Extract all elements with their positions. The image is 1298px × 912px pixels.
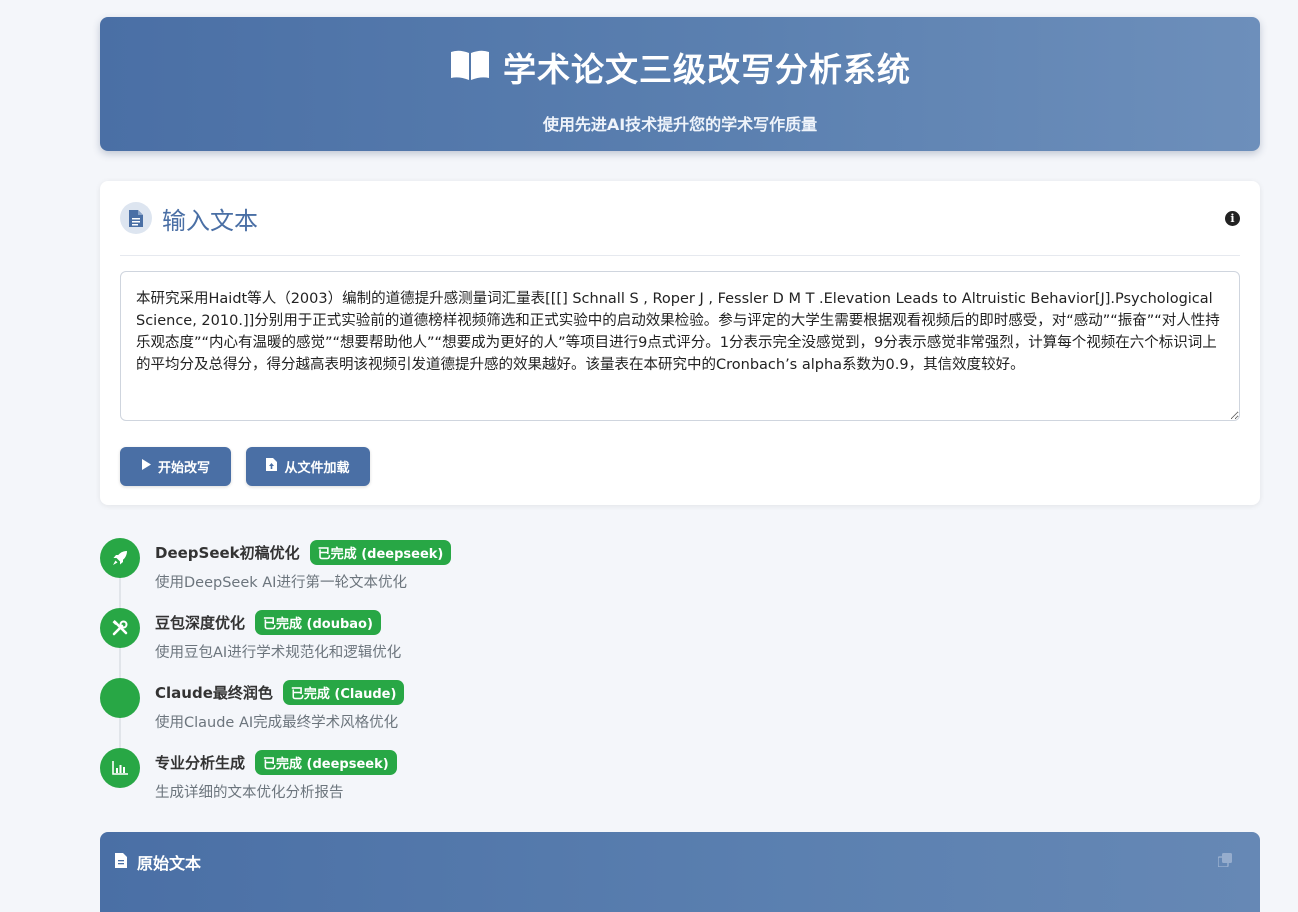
step-description: 生成详细的文本优化分析报告: [155, 785, 344, 801]
app-header: 学术论文三级改写分析系统 使用先进AI技术提升您的学术写作质量: [100, 17, 1260, 151]
load-file-label: 从文件加载: [284, 461, 350, 476]
file-upload-icon: [266, 458, 278, 475]
input-textarea[interactable]: 本研究采用Haidt等人（2003）编制的道德提升感测量词汇量表[[[] Sch…: [120, 271, 1240, 421]
book-open-icon: [449, 48, 491, 86]
step-doubao: 豆包深度优化 已完成 (doubao) 使用豆包AI进行学术规范化和逻辑优化: [100, 605, 700, 665]
step-name: 豆包深度优化: [155, 614, 246, 632]
step-name: Claude最终润色: [155, 684, 273, 702]
input-card-header: 输入文本 i: [120, 181, 1240, 256]
chart-bar-icon: [100, 748, 140, 788]
copy-icon[interactable]: [1217, 852, 1232, 871]
start-rewrite-label: 开始改写: [157, 461, 210, 476]
input-card-title: 输入文本: [162, 206, 258, 235]
original-text-title: 原始文本: [137, 854, 202, 873]
step-description: 使用Claude AI完成最终学术风格优化: [155, 715, 399, 731]
rocket-icon: [100, 538, 140, 578]
status-badge: 已完成 (doubao): [255, 610, 381, 635]
step-name: 专业分析生成: [155, 754, 246, 772]
step-deepseek: DeepSeek初稿优化 已完成 (deepseek) 使用DeepSeek A…: [100, 535, 700, 595]
step-description: 使用DeepSeek AI进行第一轮文本优化: [155, 575, 407, 591]
app-title: 学术论文三级改写分析系统: [503, 50, 911, 89]
app-subtitle: 使用先进AI技术提升您的学术写作质量: [542, 115, 818, 134]
step-claude: Claude最终润色 已完成 (Claude) 使用Claude AI完成最终学…: [100, 675, 700, 735]
input-card: 输入文本 i 本研究采用Haidt等人（2003）编制的道德提升感测量词汇量表[…: [100, 181, 1260, 505]
play-icon: [141, 459, 151, 474]
file-icon: [115, 852, 127, 872]
original-text-panel: 原始文本: [100, 832, 1260, 912]
load-file-button[interactable]: 从文件加载: [246, 447, 370, 486]
tools-icon: [100, 608, 140, 648]
step-description: 使用豆包AI进行学术规范化和逻辑优化: [155, 645, 402, 661]
step-name: DeepSeek初稿优化: [155, 544, 300, 562]
status-badge: 已完成 (Claude): [282, 680, 405, 705]
blank-icon: [100, 678, 140, 718]
info-circle-icon[interactable]: i: [1225, 210, 1240, 226]
status-badge: 已完成 (deepseek): [255, 750, 397, 775]
status-badge: 已完成 (deepseek): [309, 540, 452, 565]
step-analysis: 专业分析生成 已完成 (deepseek) 生成详细的文本优化分析报告: [100, 745, 700, 805]
file-text-icon: [120, 202, 152, 234]
start-rewrite-button[interactable]: 开始改写: [120, 447, 231, 486]
